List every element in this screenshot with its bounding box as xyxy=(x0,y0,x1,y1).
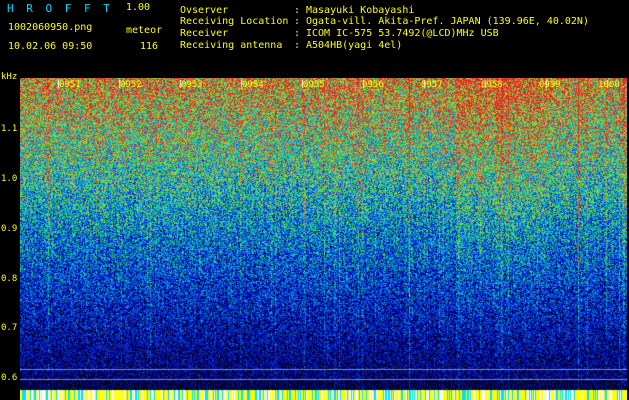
x-tick: 0952 xyxy=(120,80,142,90)
spectrogram-canvas xyxy=(20,78,627,400)
y-tick: 1.0 xyxy=(1,174,18,184)
observer-key: Ovserver xyxy=(180,5,229,16)
y-tick: 0.8 xyxy=(1,274,18,284)
app-version: 1.00 xyxy=(126,2,151,13)
observer-sep: : xyxy=(294,5,301,16)
y-tick: 1.1 xyxy=(1,124,18,134)
y-tick: 0.9 xyxy=(1,224,18,234)
receiver-sep: : xyxy=(294,28,301,39)
x-tick: 0951 xyxy=(59,80,81,90)
x-tick: 0955 xyxy=(303,80,325,90)
y-tick: 0.6 xyxy=(1,373,18,383)
meteor-count: 116 xyxy=(140,41,159,52)
app-title: H R O F F T xyxy=(7,2,113,15)
filename: 1002060950.png xyxy=(8,22,93,33)
location-value: Ogata-vill. Akita-Pref. JAPAN (139.96E, … xyxy=(306,16,589,27)
location-sep: : xyxy=(294,16,301,27)
x-tick: 0957 xyxy=(421,80,443,90)
y-axis-unit: kHz xyxy=(1,72,18,82)
receiver-value: ICOM IC-575 53.7492(@LCD)MHz USB xyxy=(306,28,499,39)
datetime: 10.02.06 09:50 xyxy=(8,41,93,52)
x-tick: 0953 xyxy=(181,80,203,90)
meteor-label: meteor xyxy=(126,25,163,36)
antenna-sep: : xyxy=(294,40,301,51)
y-tick: 0.7 xyxy=(1,323,18,333)
x-tick: 0958 xyxy=(481,80,503,90)
antenna-key: Receiving antenna xyxy=(180,40,283,51)
x-tick: 0959 xyxy=(539,80,561,90)
x-tick: 1000 xyxy=(598,80,620,90)
observer-value: Masayuki Kobayashi xyxy=(306,5,415,16)
antenna-value: A504HB(yagi 4el) xyxy=(306,40,403,51)
x-tick: 0954 xyxy=(242,80,264,90)
receiver-key: Receiver xyxy=(180,28,229,39)
location-key: Receiving Location xyxy=(180,16,289,27)
x-tick: 0956 xyxy=(362,80,384,90)
